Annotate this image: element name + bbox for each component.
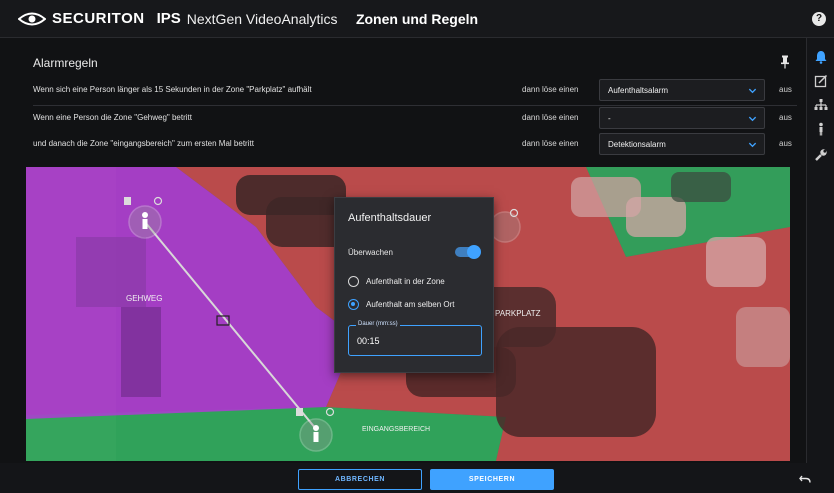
alarm-type-select[interactable]: Aufenthaltsalarm <box>599 79 765 101</box>
rule-suffix: aus <box>779 113 792 122</box>
alarm-type-value: Aufenthaltsalarm <box>608 86 669 95</box>
alarm-type-select[interactable]: Detektionsalarm <box>599 133 765 155</box>
rule-text: Wenn sich eine Person länger als 15 Seku… <box>33 85 312 94</box>
alarm-type-select[interactable]: - <box>599 107 765 129</box>
edit-icon[interactable] <box>814 74 828 88</box>
rule-row: und danach die Zone "eingangsbereich" zu… <box>33 132 797 158</box>
toggle-knob <box>467 245 481 259</box>
zone-label-eingangsbereich: EINGANGSBEREICH <box>362 426 430 433</box>
car-shape <box>671 172 731 202</box>
pin-icon[interactable] <box>780 55 790 69</box>
help-icon[interactable]: ? <box>812 12 826 26</box>
bell-icon[interactable] <box>814 50 828 64</box>
radio-zone-dwell[interactable] <box>348 276 359 287</box>
brand-name: SECURITON <box>52 10 145 27</box>
rule-then-label: dann löse einen <box>522 113 579 122</box>
product-name: NextGen VideoAnalytics <box>186 10 338 27</box>
stair-area <box>121 307 161 397</box>
person-icon[interactable] <box>814 122 828 136</box>
radio-zone-dwell-label: Aufenthalt in der Zone <box>366 277 445 286</box>
monitor-label: Überwachen <box>348 248 393 257</box>
save-button[interactable]: SPEICHERN <box>430 469 554 490</box>
cancel-button[interactable]: ABBRECHEN <box>298 469 422 490</box>
radio-place-dwell[interactable] <box>348 299 359 310</box>
duration-label: Dauer (mm:ss) <box>356 321 400 327</box>
rule-suffix: aus <box>779 139 792 148</box>
chevron-down-icon <box>748 88 757 94</box>
rule-then-label: dann löse einen <box>522 139 579 148</box>
brand: SECURITON IPS NextGen VideoAnalytics <box>18 10 337 27</box>
chevron-down-icon <box>748 142 757 148</box>
monitor-toggle[interactable] <box>455 245 481 259</box>
car-shape <box>626 197 686 237</box>
duration-field[interactable]: Dauer (mm:ss) 00:15 <box>348 321 482 356</box>
wrench-icon[interactable] <box>814 148 828 162</box>
alarm-type-value: - <box>608 114 611 123</box>
zone-label-parkplatz: PARKPLATZ <box>495 309 541 318</box>
dialog-title: Aufenthaltsdauer <box>348 212 432 224</box>
zone-label-gehweg: GEHWEG <box>126 294 162 303</box>
rule-row: Wenn sich eine Person länger als 15 Seku… <box>33 78 797 104</box>
dwell-time-dialog: Aufenthaltsdauer Überwachen Aufenthalt i… <box>334 197 494 373</box>
rule-text: und danach die Zone "eingangsbereich" zu… <box>33 139 254 148</box>
chevron-down-icon <box>748 116 757 122</box>
brand-sub: IPS <box>156 10 181 27</box>
rule-suffix: aus <box>779 85 792 94</box>
bottom-bar: ABBRECHEN SPEICHERN <box>0 463 834 493</box>
securiton-logo-icon <box>18 12 46 25</box>
network-icon[interactable] <box>814 98 828 112</box>
rule-text: Wenn eine Person die Zone "Gehweg" betri… <box>33 113 192 122</box>
duration-value[interactable]: 00:15 <box>357 336 380 346</box>
rules-title: Alarmregeln <box>33 56 98 70</box>
top-bar: SECURITON IPS NextGen VideoAnalytics Zon… <box>0 0 834 38</box>
right-toolbar <box>806 38 834 493</box>
rule-then-label: dann löse einen <box>522 85 579 94</box>
alarm-type-value: Detektionsalarm <box>608 140 666 149</box>
undo-icon[interactable] <box>799 474 811 484</box>
rule-row: Wenn eine Person die Zone "Gehweg" betri… <box>33 106 797 132</box>
car-shape <box>706 237 766 287</box>
alarm-rules-panel: Alarmregeln Wenn sich eine Person länger… <box>26 45 804 163</box>
car-shape <box>736 307 790 367</box>
car-shape <box>496 327 656 437</box>
radio-place-dwell-label: Aufenthalt am selben Ort <box>366 300 455 309</box>
